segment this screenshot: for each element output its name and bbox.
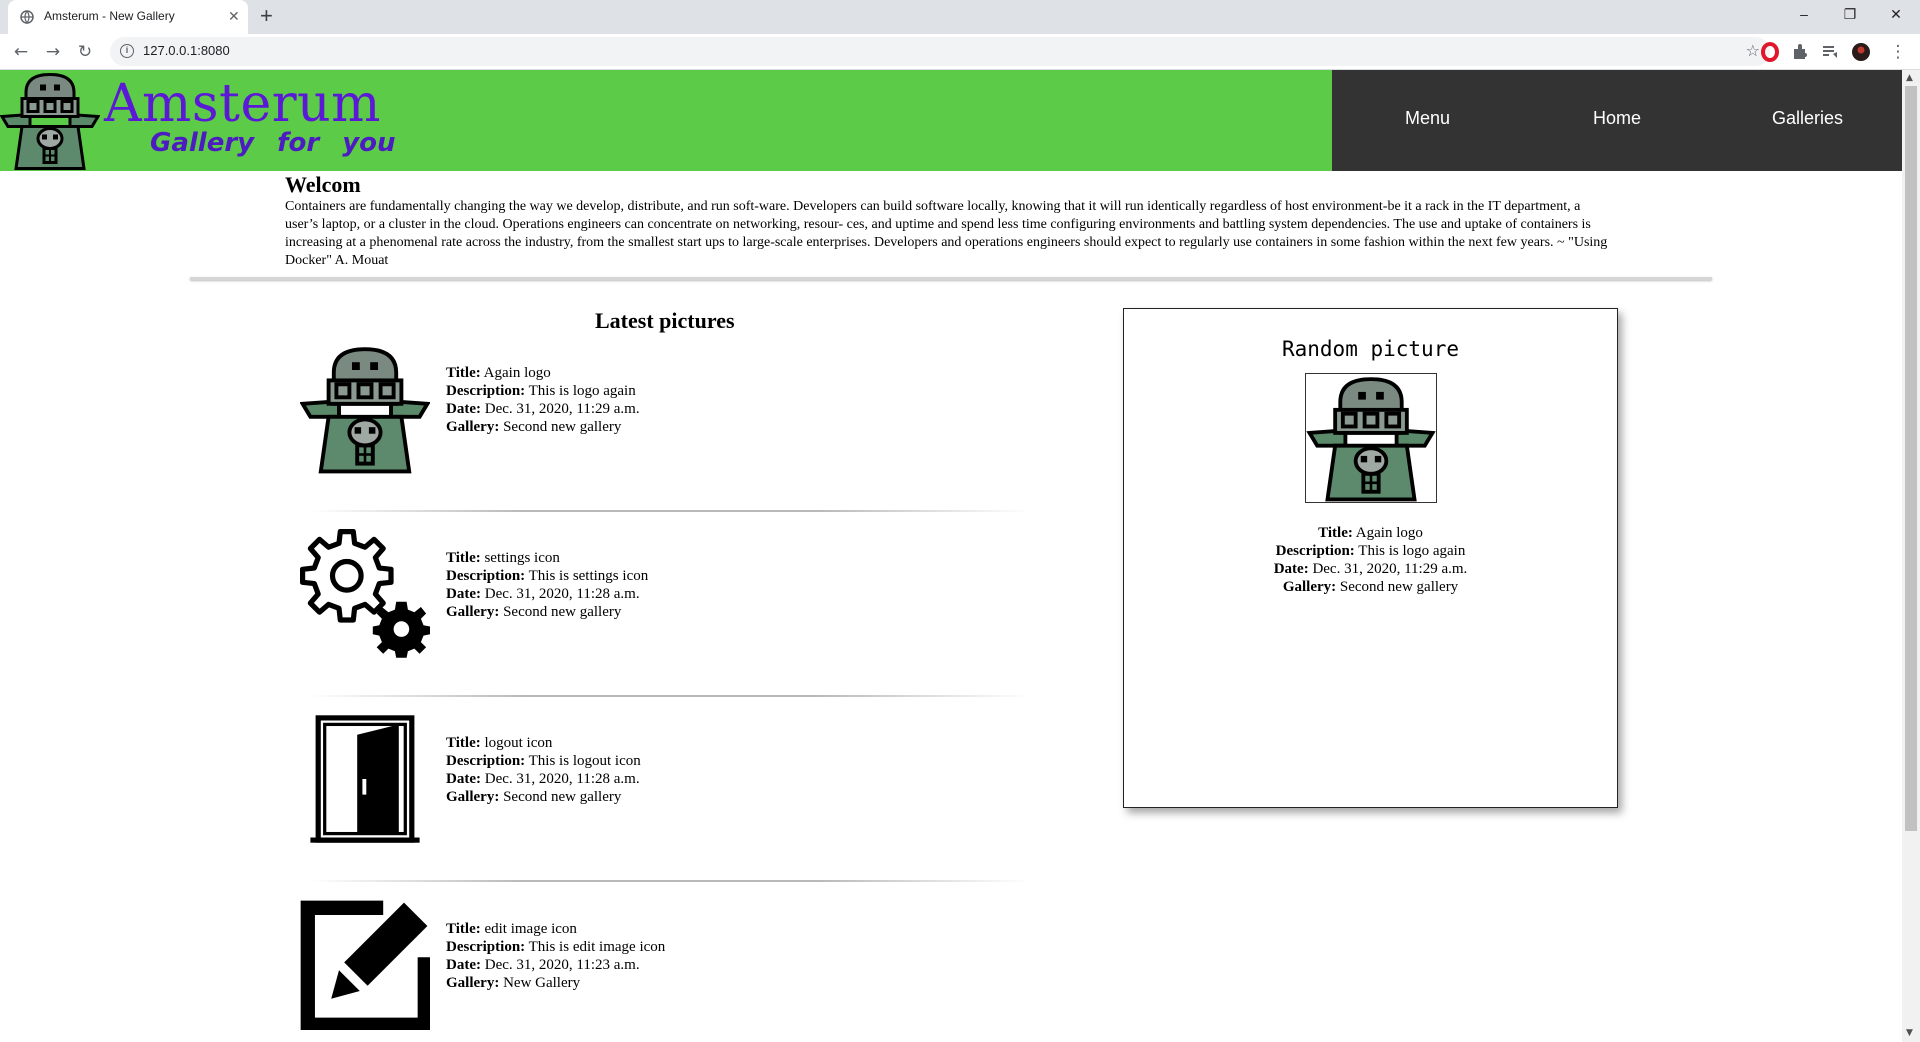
random-picture-card: Random picture Title: Again logo Descrip… (1123, 308, 1618, 808)
globe-icon (20, 10, 34, 24)
title-label: Title: (446, 365, 481, 381)
address-bar[interactable]: i 127.0.0.1:8080 ☆ (110, 37, 1770, 66)
page-scrollbar[interactable]: ▲ ▼ (1902, 70, 1920, 1042)
brand-name[interactable]: Amsterum (104, 76, 381, 132)
door-icon[interactable] (300, 714, 430, 844)
welcome-title: Welcom (285, 172, 361, 197)
forward-icon[interactable]: → (41, 40, 65, 64)
title-label: Title: (1318, 525, 1353, 541)
url-text: 127.0.0.1:8080 (143, 43, 230, 58)
picture-description: This is logo again (528, 383, 636, 399)
nav-galleries[interactable]: Galleries (1772, 108, 1843, 129)
robot-logo-icon[interactable] (1305, 373, 1437, 503)
description-label: Description: (446, 939, 526, 955)
gallery-label: Gallery: (446, 604, 500, 620)
profile-avatar-icon[interactable] (1851, 42, 1871, 62)
random-date: Dec. 31, 2020, 11:29 a.m. (1312, 561, 1468, 577)
date-label: Date: (446, 957, 481, 973)
edit-image-icon[interactable] (300, 900, 430, 1030)
browser-toolbar: ← → ↻ i 127.0.0.1:8080 ☆ ⋮ (0, 34, 1920, 70)
picture-gallery: Second new gallery (503, 789, 622, 805)
title-label: Title: (446, 735, 481, 751)
picture-info: Title: Again logo Description: This is l… (446, 364, 676, 436)
reload-icon[interactable]: ↻ (73, 40, 97, 64)
bookmark-star-icon[interactable]: ☆ (1746, 41, 1760, 60)
gallery-label: Gallery: (446, 975, 500, 991)
picture-item[interactable]: Title: settings icon Description: This i… (300, 529, 1030, 709)
picture-info: Title: settings icon Description: This i… (446, 549, 676, 621)
picture-info: Title: logout icon Description: This is … (446, 734, 676, 806)
browser-menu-icon[interactable]: ⋮ (1886, 40, 1910, 64)
picture-date: Dec. 31, 2020, 11:29 a.m. (484, 401, 640, 417)
info-icon[interactable]: i (120, 44, 134, 58)
close-window-button[interactable]: ✕ (1876, 4, 1916, 24)
date-label: Date: (446, 401, 481, 417)
back-icon[interactable]: ← (9, 40, 33, 64)
title-label: Title: (446, 550, 481, 566)
picture-title: settings icon (484, 550, 560, 566)
random-title: Again logo (1355, 525, 1423, 541)
picture-gallery: New Gallery (503, 975, 581, 991)
description-label: Description: (446, 568, 526, 584)
picture-item[interactable]: Title: logout icon Description: This is … (300, 714, 1030, 894)
picture-description: This is logout icon (528, 753, 641, 769)
title-label: Title: (446, 921, 481, 937)
scroll-up-arrow-icon[interactable]: ▲ (1906, 73, 1913, 83)
site-header: Amsterum Gallery for you Menu Home Galle… (0, 70, 1902, 171)
picture-item[interactable]: Title: edit image icon Description: This… (300, 900, 1030, 1030)
description-label: Description: (446, 383, 526, 399)
picture-title: Again logo (483, 365, 551, 381)
picture-item[interactable]: Title: Again logo Description: This is l… (300, 344, 1030, 524)
scrollbar-thumb[interactable] (1905, 86, 1917, 831)
tab-title: Amsterum - New Gallery (44, 9, 175, 23)
gallery-label: Gallery: (446, 789, 500, 805)
gallery-label: Gallery: (1282, 579, 1337, 595)
date-label: Date: (446, 771, 481, 787)
picture-title: logout icon (484, 735, 553, 751)
nav-menu[interactable]: Menu (1405, 108, 1450, 129)
main-nav: Menu Home Galleries (1332, 70, 1902, 171)
random-picture-heading: Random picture (1281, 337, 1459, 361)
picture-description: This is edit image icon (528, 939, 666, 955)
picture-title: edit image icon (484, 921, 577, 937)
tab-close-icon[interactable]: ✕ (228, 9, 240, 23)
robot-logo-icon[interactable] (300, 344, 430, 474)
nav-home[interactable]: Home (1593, 108, 1641, 129)
browser-tab[interactable]: Amsterum - New Gallery ✕ (8, 0, 248, 34)
header-brand-area: Amsterum Gallery for you (0, 70, 1332, 171)
picture-date: Dec. 31, 2020, 11:28 a.m. (484, 771, 640, 787)
picture-date: Dec. 31, 2020, 11:23 a.m. (484, 957, 640, 973)
picture-description: This is settings icon (528, 568, 649, 584)
opera-extension-icon[interactable] (1760, 42, 1780, 62)
reading-list-icon[interactable] (1820, 42, 1840, 62)
description-label: Description: (446, 753, 526, 769)
scroll-down-arrow-icon[interactable]: ▼ (1906, 1028, 1913, 1038)
minimize-button[interactable]: – (1784, 4, 1824, 24)
picture-date: Dec. 31, 2020, 11:28 a.m. (484, 586, 640, 602)
gallery-label: Gallery: (446, 419, 500, 435)
item-divider (310, 510, 1030, 512)
random-picture-info: Title: Again logo Description: This is l… (1124, 524, 1617, 596)
random-description: This is logo again (1358, 543, 1466, 559)
robot-logo-icon[interactable] (0, 70, 100, 171)
picture-gallery: Second new gallery (503, 604, 622, 620)
latest-pictures-heading: Latest pictures (595, 308, 735, 333)
random-gallery: Second new gallery (1339, 579, 1459, 595)
date-label: Date: (446, 586, 481, 602)
date-label: Date: (1273, 561, 1309, 577)
brand-tagline: Gallery for you (150, 128, 396, 158)
new-tab-button[interactable]: + (260, 5, 273, 27)
picture-info: Title: edit image icon Description: This… (446, 920, 706, 992)
description-label: Description: (1275, 543, 1355, 559)
browser-tab-bar: Amsterum - New Gallery ✕ + – ❐ ✕ (0, 0, 1920, 34)
item-divider (310, 880, 1030, 882)
welcome-text: Containers are fundamentally changing th… (285, 199, 1608, 268)
picture-gallery: Second new gallery (503, 419, 622, 435)
section-divider (190, 277, 1712, 280)
settings-gears-icon[interactable] (300, 529, 430, 659)
restore-button[interactable]: ❐ (1830, 4, 1870, 24)
item-divider (310, 695, 1030, 697)
extensions-puzzle-icon[interactable] (1790, 42, 1810, 62)
